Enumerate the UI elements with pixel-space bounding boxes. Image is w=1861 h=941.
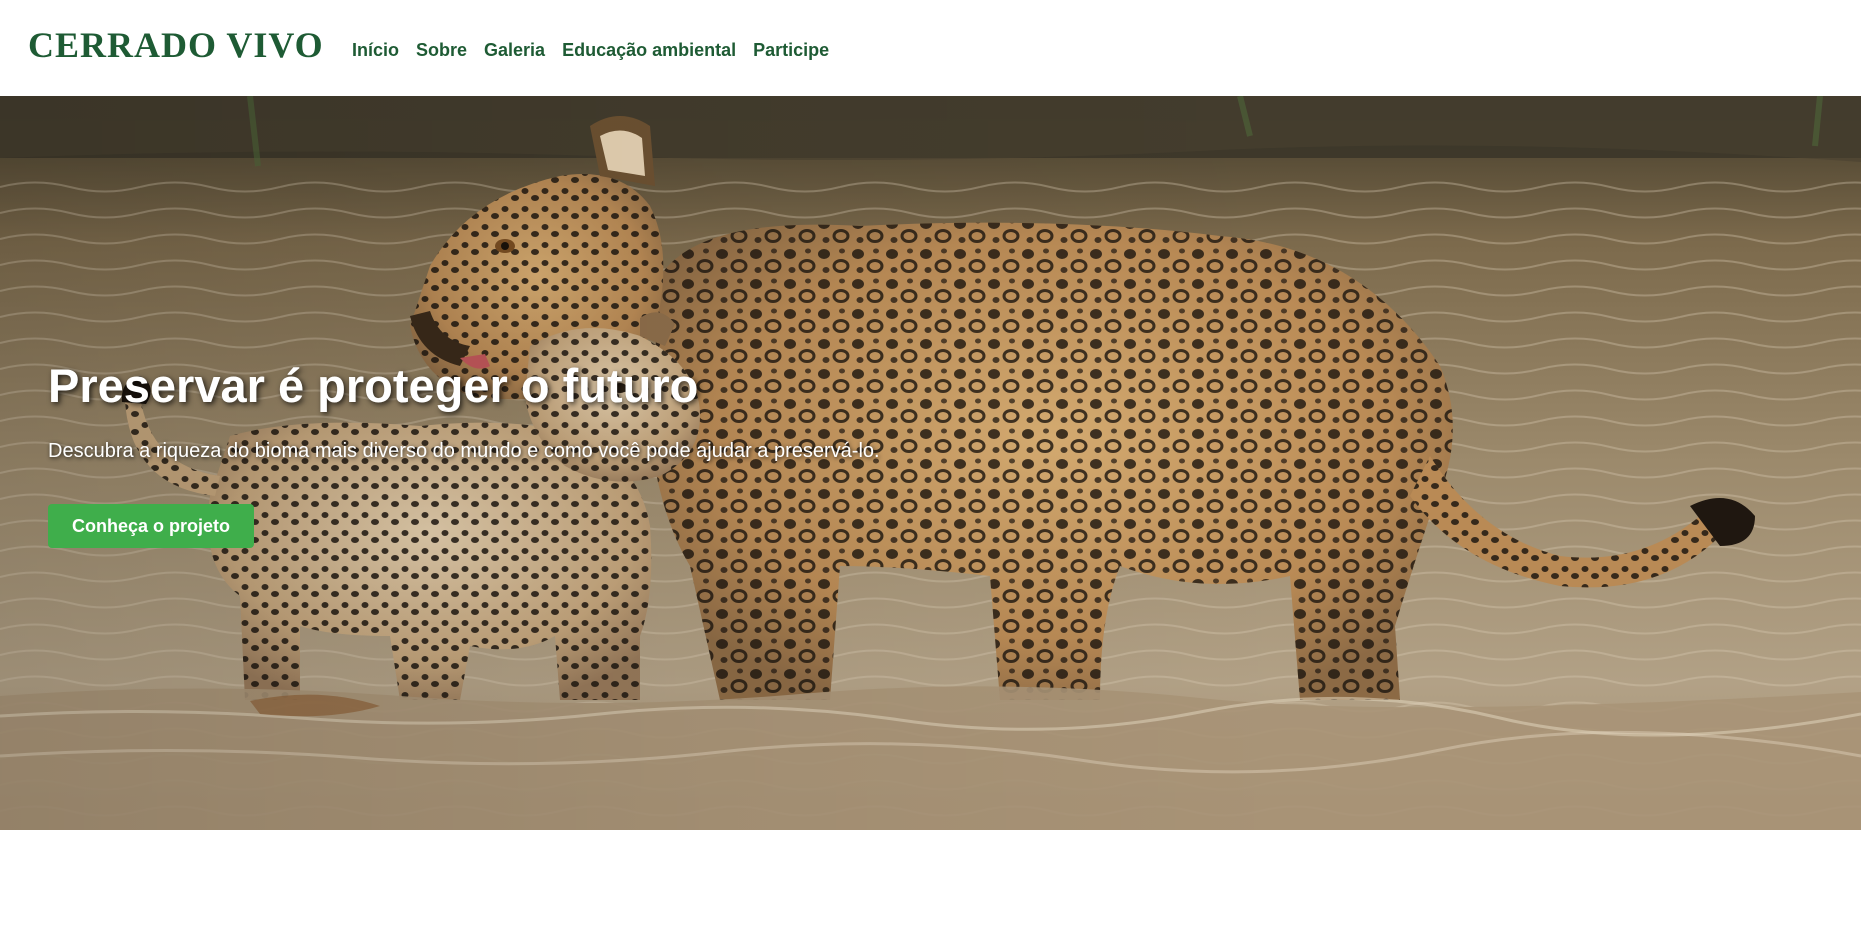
nav-link-participe[interactable]: Participe <box>753 38 829 62</box>
nav-link-educacao-ambiental[interactable]: Educação ambiental <box>562 38 736 62</box>
hero-section: Preservar é proteger o futuro Descubra a… <box>0 96 1861 830</box>
hero-subtitle: Descubra a riqueza do bioma mais diverso… <box>48 440 880 462</box>
site-header: CERRADO VIVO Início Sobre Galeria Educaç… <box>0 0 1861 96</box>
nav-link-sobre[interactable]: Sobre <box>416 38 467 62</box>
site-logo[interactable]: CERRADO VIVO <box>28 22 324 68</box>
cta-button[interactable]: Conheça o projeto <box>48 504 254 548</box>
nav-link-inicio[interactable]: Início <box>352 38 399 62</box>
hero-content: Preservar é proteger o futuro Descubra a… <box>48 358 1248 548</box>
main-nav: Início Sobre Galeria Educação ambiental … <box>352 38 846 62</box>
hero-title: Preservar é proteger o futuro <box>48 359 699 412</box>
nav-link-galeria[interactable]: Galeria <box>484 38 545 62</box>
